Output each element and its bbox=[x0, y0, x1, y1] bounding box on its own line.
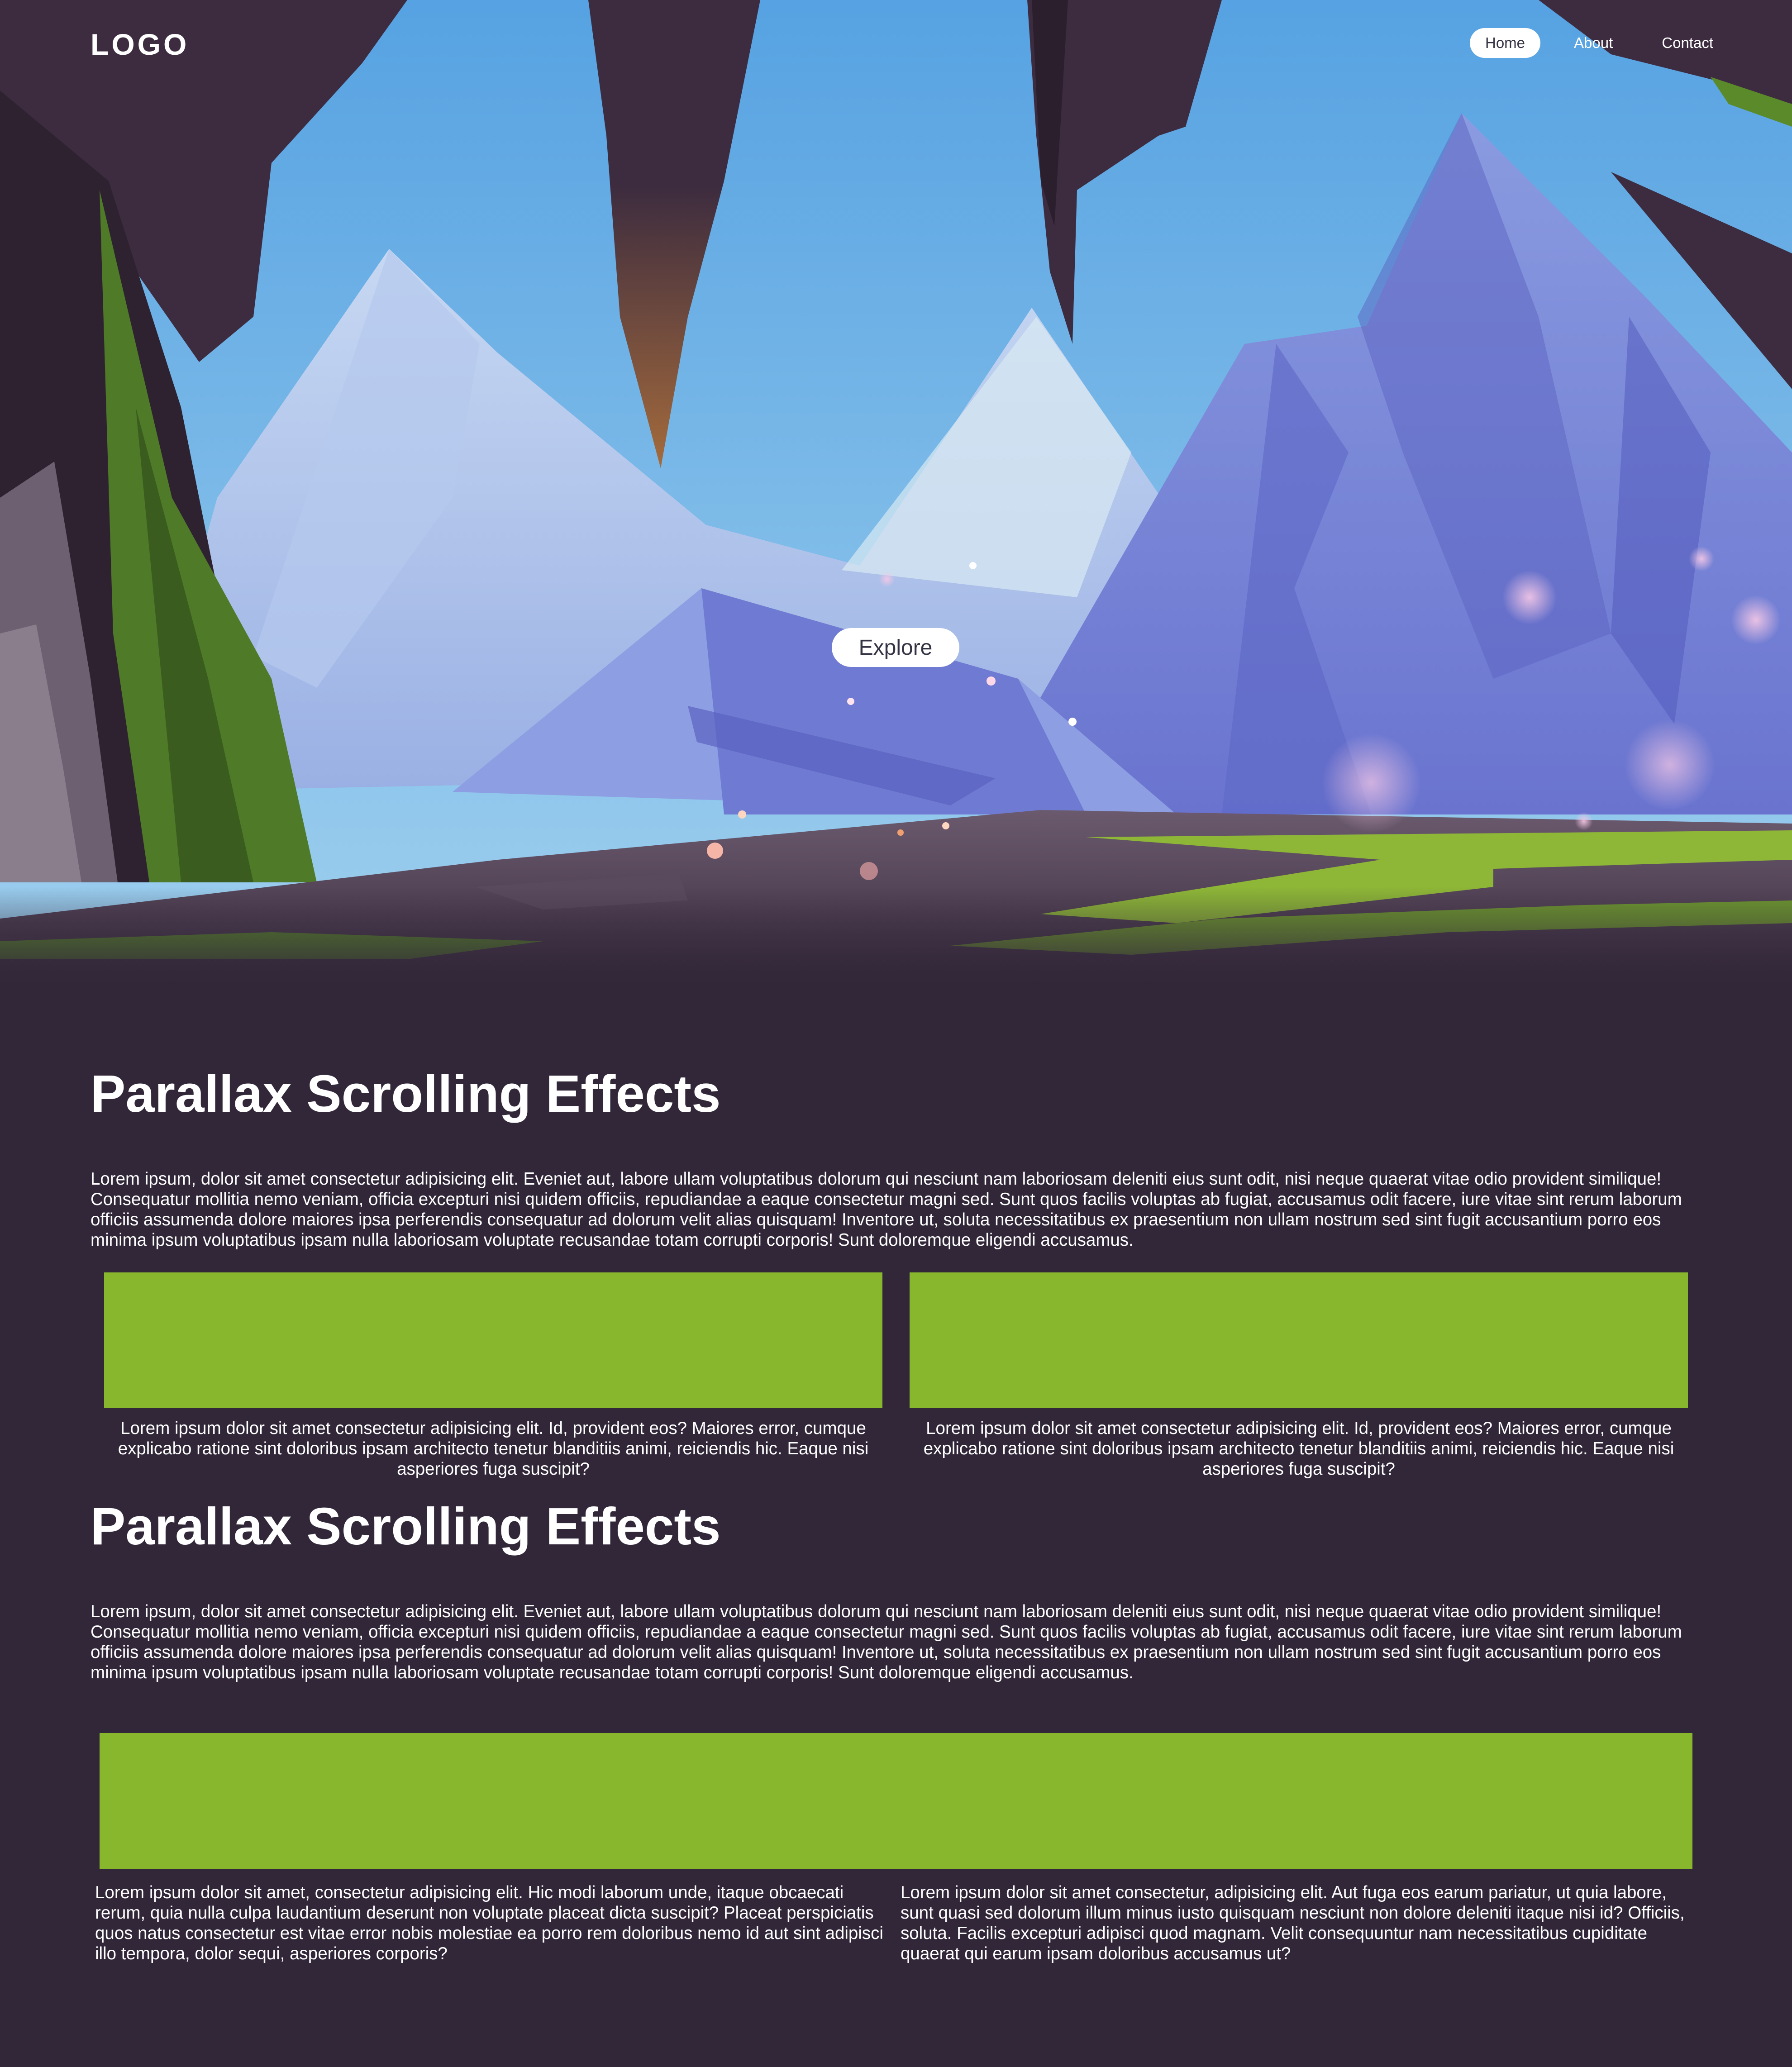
content-card: Lorem ipsum dolor sit amet consectetur a… bbox=[910, 1272, 1688, 1479]
card-green-block bbox=[910, 1272, 1688, 1408]
hero-section: LOGO Home About Contact Explore bbox=[0, 0, 1792, 986]
section-title: Parallax Scrolling Effects bbox=[91, 1064, 721, 1123]
content-card: Lorem ipsum dolor sit amet consectetur a… bbox=[104, 1272, 882, 1479]
hero-fade-overlay bbox=[0, 887, 1792, 986]
nav-link-about[interactable]: About bbox=[1558, 28, 1628, 58]
wide-green-block bbox=[100, 1733, 1692, 1869]
nav-link-contact[interactable]: Contact bbox=[1646, 28, 1729, 58]
section-title: Parallax Scrolling Effects bbox=[91, 1497, 721, 1556]
main-nav: Home About Contact bbox=[1469, 28, 1729, 58]
card-green-block bbox=[104, 1272, 882, 1408]
card-caption: Lorem ipsum dolor sit amet consectetur a… bbox=[923, 1419, 1674, 1479]
explore-button[interactable]: Explore bbox=[832, 628, 959, 667]
card-caption: Lorem ipsum dolor sit amet consectetur a… bbox=[118, 1419, 869, 1479]
site-logo[interactable]: LOGO bbox=[91, 27, 189, 62]
hero-background-illustration bbox=[0, 0, 1792, 986]
column-text-left: Lorem ipsum dolor sit amet, consectetur … bbox=[95, 1883, 883, 1963]
section-paragraph: Lorem ipsum, dolor sit amet consectetur … bbox=[91, 1169, 1682, 1250]
nav-link-home[interactable]: Home bbox=[1469, 28, 1541, 58]
section-paragraph: Lorem ipsum, dolor sit amet consectetur … bbox=[91, 1602, 1682, 1682]
column-text-right: Lorem ipsum dolor sit amet consectetur, … bbox=[901, 1883, 1685, 1963]
